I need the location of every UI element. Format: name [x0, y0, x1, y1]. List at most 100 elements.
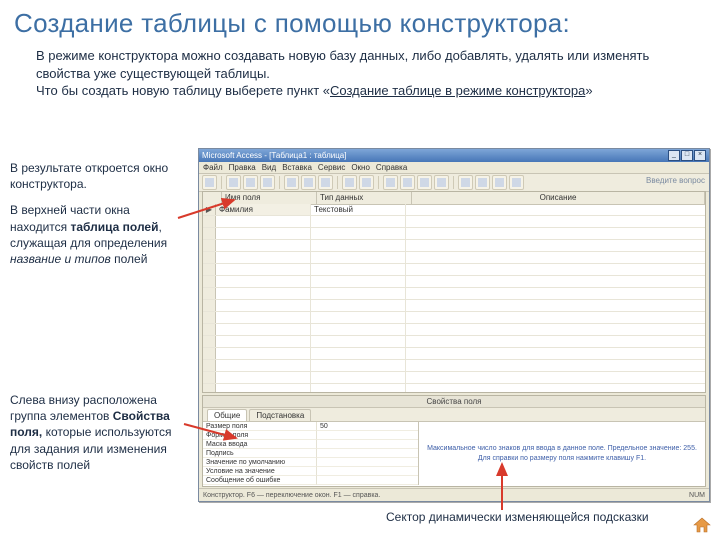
row-selector[interactable]: ▶ [203, 204, 216, 215]
cell-data-type[interactable] [311, 288, 406, 299]
row-selector[interactable] [203, 360, 216, 371]
row-selector[interactable] [203, 276, 216, 287]
table-row[interactable] [203, 252, 705, 264]
cell-description[interactable] [406, 240, 705, 251]
cell-field-name[interactable] [216, 252, 311, 263]
row-selector[interactable] [203, 300, 216, 311]
tb-props-icon[interactable] [458, 175, 473, 190]
row-selector[interactable] [203, 336, 216, 347]
cell-data-type[interactable] [311, 240, 406, 251]
tb-build-icon[interactable] [475, 175, 490, 190]
tab-general[interactable]: Общие [207, 409, 247, 421]
property-value[interactable] [317, 431, 418, 440]
cell-description[interactable] [406, 288, 705, 299]
menu-edit[interactable]: Правка [229, 163, 256, 172]
cell-field-name[interactable] [216, 264, 311, 275]
row-selector[interactable] [203, 348, 216, 359]
cell-description[interactable] [406, 336, 705, 347]
table-row[interactable] [203, 216, 705, 228]
cell-field-name[interactable] [216, 324, 311, 335]
menu-tools[interactable]: Сервис [318, 163, 345, 172]
table-row[interactable] [203, 264, 705, 276]
table-row[interactable] [203, 336, 705, 348]
cell-data-type[interactable] [311, 312, 406, 323]
ask-box[interactable]: Введите вопрос [646, 176, 705, 185]
cell-field-name[interactable] [216, 288, 311, 299]
row-selector[interactable] [203, 324, 216, 335]
tb-delete-icon[interactable] [434, 175, 449, 190]
property-row[interactable]: Размер поля50 [203, 422, 418, 431]
table-row[interactable] [203, 240, 705, 252]
cell-field-name[interactable] [216, 300, 311, 311]
cell-description[interactable] [406, 300, 705, 311]
tb-paste-icon[interactable] [318, 175, 333, 190]
table-row[interactable] [203, 360, 705, 372]
cell-description[interactable] [406, 204, 705, 215]
cell-data-type[interactable] [311, 252, 406, 263]
cell-data-type[interactable]: Текстовый [311, 204, 406, 215]
menu-window[interactable]: Окно [351, 163, 370, 172]
cell-field-name[interactable] [216, 372, 311, 383]
cell-data-type[interactable] [311, 264, 406, 275]
property-value[interactable] [317, 467, 418, 476]
maximize-button[interactable]: □ [681, 150, 693, 161]
cell-description[interactable] [406, 384, 705, 392]
row-selector[interactable] [203, 384, 216, 392]
tb-help-icon[interactable] [509, 175, 524, 190]
row-selector[interactable] [203, 228, 216, 239]
table-row[interactable] [203, 300, 705, 312]
cell-description[interactable] [406, 216, 705, 227]
property-value[interactable] [317, 440, 418, 449]
tb-cut-icon[interactable] [284, 175, 299, 190]
cell-description[interactable] [406, 228, 705, 239]
property-row[interactable]: Значение по умолчанию [203, 458, 418, 467]
property-row[interactable]: Подпись [203, 449, 418, 458]
cell-field-name[interactable]: Фамилия [216, 204, 311, 215]
tb-preview-icon[interactable] [260, 175, 275, 190]
row-selector[interactable] [203, 372, 216, 383]
row-selector[interactable] [203, 252, 216, 263]
cell-field-name[interactable] [216, 336, 311, 347]
row-selector[interactable] [203, 264, 216, 275]
cell-data-type[interactable] [311, 360, 406, 371]
tb-key-icon[interactable] [383, 175, 398, 190]
cell-field-name[interactable] [216, 240, 311, 251]
cell-field-name[interactable] [216, 312, 311, 323]
cell-data-type[interactable] [311, 300, 406, 311]
row-selector[interactable] [203, 288, 216, 299]
tb-print-icon[interactable] [243, 175, 258, 190]
cell-data-type[interactable] [311, 348, 406, 359]
close-button[interactable]: × [694, 150, 706, 161]
cell-field-name[interactable] [216, 216, 311, 227]
table-row[interactable] [203, 348, 705, 360]
minimize-button[interactable]: _ [668, 150, 680, 161]
menu-file[interactable]: Файл [203, 163, 223, 172]
table-row[interactable] [203, 384, 705, 392]
property-value[interactable]: 50 [317, 422, 418, 431]
property-row[interactable]: Формат поля [203, 431, 418, 440]
table-row[interactable] [203, 276, 705, 288]
cell-description[interactable] [406, 372, 705, 383]
table-row[interactable] [203, 312, 705, 324]
cell-field-name[interactable] [216, 384, 311, 392]
cell-description[interactable] [406, 312, 705, 323]
property-value[interactable] [317, 458, 418, 467]
cell-field-name[interactable] [216, 228, 311, 239]
property-row[interactable]: Маска ввода [203, 440, 418, 449]
property-value[interactable] [317, 449, 418, 458]
tb-view-icon[interactable] [202, 175, 217, 190]
cell-description[interactable] [406, 348, 705, 359]
cell-description[interactable] [406, 264, 705, 275]
tb-redo-icon[interactable] [359, 175, 374, 190]
row-selector[interactable] [203, 312, 216, 323]
menu-help[interactable]: Справка [376, 163, 407, 172]
menu-view[interactable]: Вид [262, 163, 276, 172]
tb-index-icon[interactable] [400, 175, 415, 190]
cell-field-name[interactable] [216, 360, 311, 371]
cell-description[interactable] [406, 324, 705, 335]
cell-data-type[interactable] [311, 384, 406, 392]
property-row[interactable]: Условие на значение [203, 467, 418, 476]
cell-data-type[interactable] [311, 276, 406, 287]
row-selector[interactable] [203, 216, 216, 227]
cell-description[interactable] [406, 276, 705, 287]
